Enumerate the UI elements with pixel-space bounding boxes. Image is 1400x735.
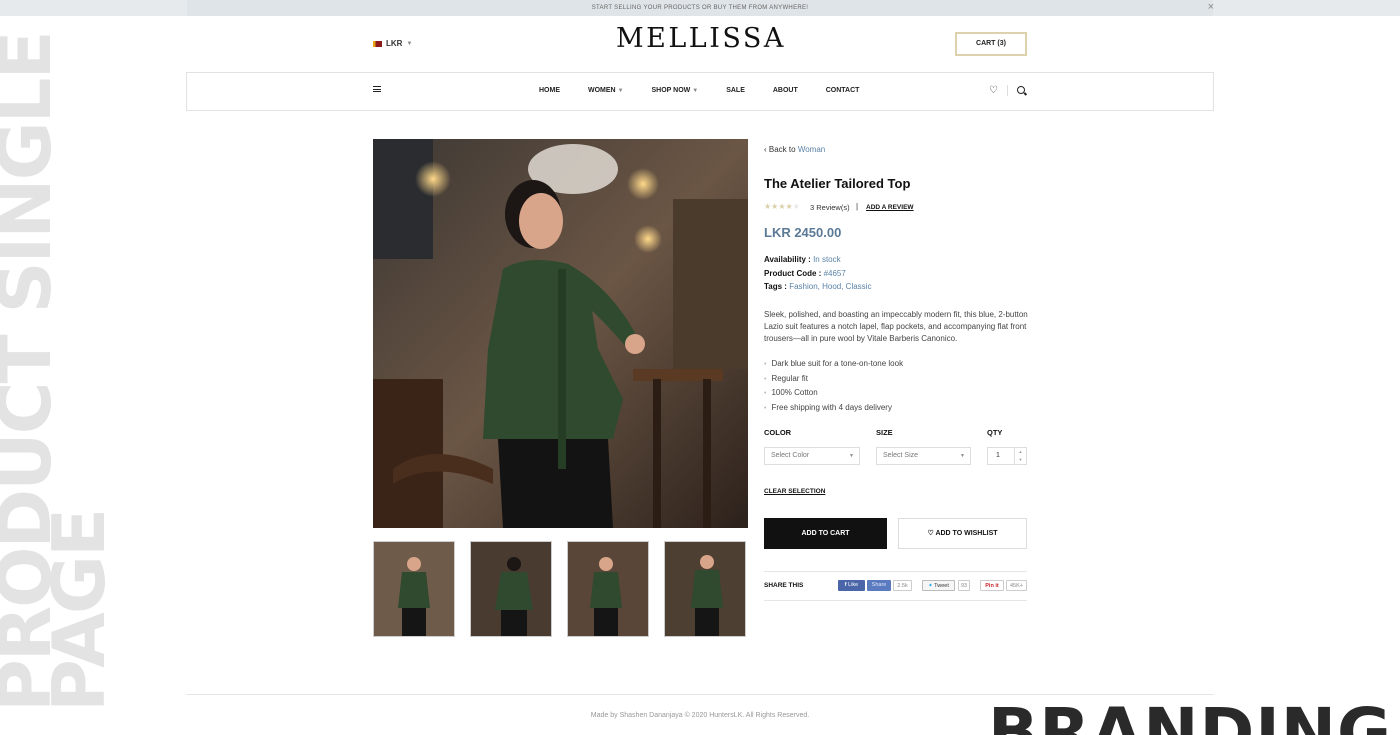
tags-label: Tags : <box>764 282 787 291</box>
product-description: Sleek, polished, and boasting an impecca… <box>764 310 1028 343</box>
facebook-share-button[interactable]: Share <box>867 580 891 591</box>
nav-item-contact[interactable]: CONTACT <box>826 87 860 94</box>
availability-label: Availability : <box>764 255 811 264</box>
quantity-stepper[interactable]: 1 ▲ ▼ <box>987 447 1027 465</box>
nav-item-women[interactable]: WOMEN ▼ <box>588 87 624 94</box>
currency-label: LKR <box>386 39 403 48</box>
list-item: Free shipping with 4 days delivery <box>764 401 903 416</box>
nav-item-label: SALE <box>726 87 745 94</box>
chevron-down-icon: ▼ <box>406 40 413 47</box>
nav-item-shop-now[interactable]: SHOP NOW ▼ <box>652 87 699 94</box>
breadcrumb-link-woman[interactable]: Woman <box>798 145 825 154</box>
rating-stars: ★★★★★ <box>764 202 800 211</box>
size-select[interactable]: Select Size ▼ <box>876 447 971 465</box>
heart-icon: ♡ <box>927 530 934 537</box>
side-title-line2: PAGE <box>37 509 121 712</box>
clear-selection-link[interactable]: CLEAR SELECTION <box>764 488 825 495</box>
facebook-like-label: Like <box>848 582 859 588</box>
nav-item-sale[interactable]: SALE <box>726 87 745 94</box>
add-to-wishlist-button[interactable]: ♡ ADD TO WISHLIST <box>898 518 1027 549</box>
site-logo[interactable]: MELLISSA <box>616 23 786 54</box>
thumbnail-photo <box>471 542 551 636</box>
color-select[interactable]: Select Color ▼ <box>764 447 860 465</box>
thumbnail-photo <box>568 542 648 636</box>
close-icon[interactable]: × <box>1208 1 1214 13</box>
quantity-value: 1 <box>996 452 1000 459</box>
divider <box>764 571 1027 572</box>
thumbnail-photo <box>374 542 454 636</box>
product-thumbnail[interactable] <box>373 541 455 637</box>
nav-item-label: SHOP NOW <box>651 87 691 94</box>
nav-item-about[interactable]: ABOUT <box>773 87 798 94</box>
add-to-wishlist-label: ADD TO WISHLIST <box>935 530 998 537</box>
flag-icon <box>373 40 382 47</box>
chevron-down-icon: ▼ <box>692 88 699 94</box>
qty-label: QTY <box>987 428 1003 437</box>
facebook-share-count: 2.5k <box>893 580 912 591</box>
twitter-icon: ✦ <box>928 583 933 589</box>
chevron-down-icon: ▼ <box>617 88 624 94</box>
tweet-count: 93 <box>958 580 970 591</box>
star-icon: ★ <box>778 202 786 211</box>
size-select-value: Select Size <box>883 452 919 459</box>
list-item: Dark blue suit for a tone-on-tone look <box>764 357 903 372</box>
stepper-arrows-icon[interactable]: ▲ ▼ <box>1014 448 1026 464</box>
product-main-image[interactable] <box>373 139 748 528</box>
chevron-down-icon: ▼ <box>960 453 965 459</box>
nav-item-label: ABOUT <box>772 87 798 94</box>
nav-item-label: HOME <box>539 87 560 94</box>
size-label: SIZE <box>876 428 893 437</box>
pinterest-count: 45K+ <box>1006 580 1027 591</box>
facebook-like-button[interactable]: f Like <box>838 580 865 591</box>
availability-value: In stock <box>813 255 841 264</box>
product-thumbnail[interactable] <box>470 541 552 637</box>
tags-value[interactable]: Fashion, Hood, Classic <box>789 282 871 291</box>
list-item: Regular fit <box>764 372 903 387</box>
product-price: LKR 2450.00 <box>764 225 842 240</box>
thumbnail-photo <box>665 542 745 636</box>
pinterest-button[interactable]: Pin it <box>980 580 1004 591</box>
wishlist-icon[interactable]: ♡ <box>989 85 998 96</box>
divider <box>186 694 1214 695</box>
product-title: The Atelier Tailored Top <box>764 176 911 191</box>
color-select-value: Select Color <box>771 452 810 459</box>
divider <box>764 600 1027 601</box>
chevron-down-icon: ▼ <box>849 453 854 459</box>
product-photo <box>373 139 748 528</box>
feature-list: Dark blue suit for a tone-on-tone look R… <box>764 357 903 416</box>
product-code-value: #4657 <box>823 269 846 278</box>
product-code: Product Code : #4657 <box>764 269 846 278</box>
product-tags: Tags : Fashion, Hood, Classic <box>764 282 871 291</box>
color-label: COLOR <box>764 428 792 437</box>
footer-copyright: Made by Shashen Dananjaya © 2020 Hunters… <box>590 712 810 719</box>
announcement-message: START SELLING YOUR PRODUCTS OR BUY THEM … <box>187 0 1213 16</box>
nav-menu: HOME WOMEN ▼ SHOP NOW ▼ SALE ABOUT CONTA… <box>539 87 887 94</box>
divider: | <box>856 202 859 211</box>
cart-button[interactable]: CART (3) <box>955 32 1027 56</box>
share-label: SHARE THIS <box>764 582 804 589</box>
currency-selector[interactable]: LKR ▼ <box>373 39 412 48</box>
divider <box>1007 85 1008 96</box>
availability: Availability : In stock <box>764 255 841 264</box>
list-item: 100% Cotton <box>764 386 903 401</box>
product-thumbnail[interactable] <box>567 541 649 637</box>
product-thumbnail[interactable] <box>664 541 746 637</box>
breadcrumb-prefix: ‹ Back to <box>764 145 796 154</box>
nav-item-label: WOMEN <box>588 87 616 94</box>
review-count[interactable]: 3 Review(s) <box>810 203 850 212</box>
menu-icon[interactable] <box>373 86 381 92</box>
product-code-label: Product Code : <box>764 269 822 278</box>
nav-item-label: CONTACT <box>825 87 860 94</box>
star-icon: ★ <box>792 202 800 211</box>
nav-item-home[interactable]: HOME <box>539 87 560 94</box>
breadcrumb: ‹ Back to Woman <box>764 145 825 154</box>
star-icon: ★ <box>785 202 793 211</box>
tweet-label: Tweet <box>934 583 949 589</box>
facebook-icon: f <box>844 582 847 588</box>
tweet-button[interactable]: ✦ Tweet <box>922 580 955 591</box>
add-review-link[interactable]: ADD A REVIEW <box>866 204 914 211</box>
main-nav: HOME WOMEN ▼ SHOP NOW ▼ SALE ABOUT CONTA… <box>186 72 1214 111</box>
add-to-cart-button[interactable]: ADD TO CART <box>764 518 887 549</box>
search-icon[interactable] <box>1017 86 1025 94</box>
